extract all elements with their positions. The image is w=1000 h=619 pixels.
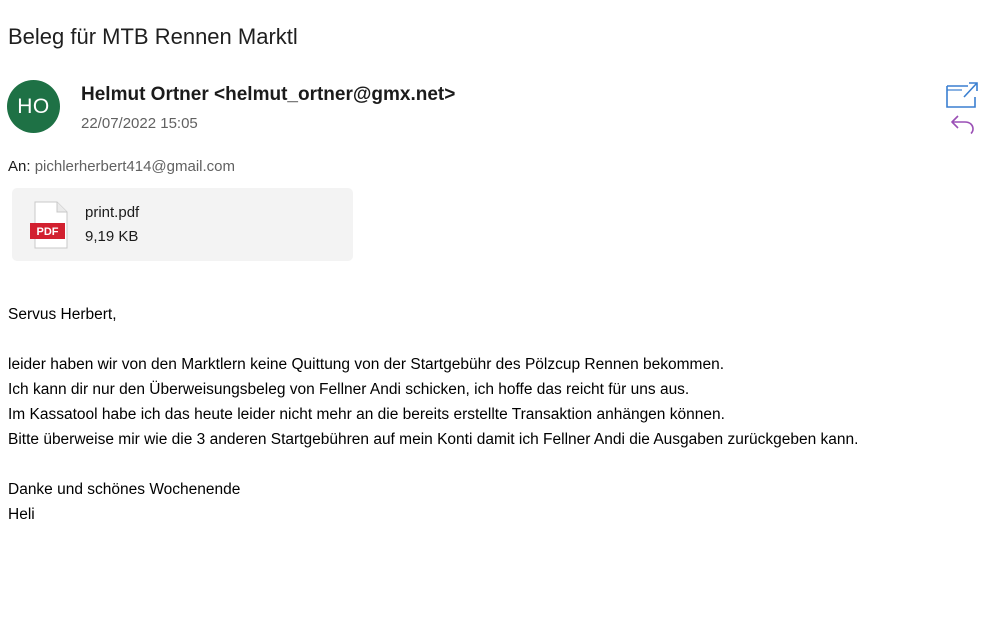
recipient-address[interactable]: pichlerherbert414@gmail.com (35, 158, 235, 175)
body-closing: Danke und schönes Wochenende (8, 481, 241, 498)
reply-icon[interactable] (949, 112, 977, 136)
body-line: leider haben wir von den Marktlern keine… (8, 356, 724, 373)
attachment-size: 9,19 KB (85, 228, 139, 245)
attachment-card[interactable]: PDF print.pdf 9,19 KB (12, 188, 353, 261)
sent-date: 22/07/2022 15:05 (81, 115, 198, 132)
body-greeting: Servus Herbert, (8, 306, 117, 323)
recipient-line: An: pichlerherbert414@gmail.com (8, 158, 235, 175)
attachment-name[interactable]: print.pdf (85, 204, 139, 221)
body-line: Im Kassatool habe ich das heute leider n… (8, 406, 725, 423)
pdf-badge-label: PDF (37, 226, 59, 238)
email-subject: Beleg für MTB Rennen Marktl (8, 24, 298, 49)
body-signature: Heli (8, 506, 35, 523)
email-body: Servus Herbert, leider haben wir von den… (8, 302, 998, 527)
body-line: Bitte überweise mir wie die 3 anderen St… (8, 431, 859, 448)
open-in-new-window-icon[interactable] (944, 80, 980, 110)
body-line: Ich kann dir nur den Überweisungsbeleg v… (8, 381, 690, 398)
avatar[interactable]: HO (7, 80, 60, 133)
recipient-label: An: (8, 158, 31, 175)
pdf-file-icon: PDF (30, 201, 70, 249)
sender-name[interactable]: Helmut Ortner <helmut_ortner@gmx.net> (81, 84, 455, 106)
